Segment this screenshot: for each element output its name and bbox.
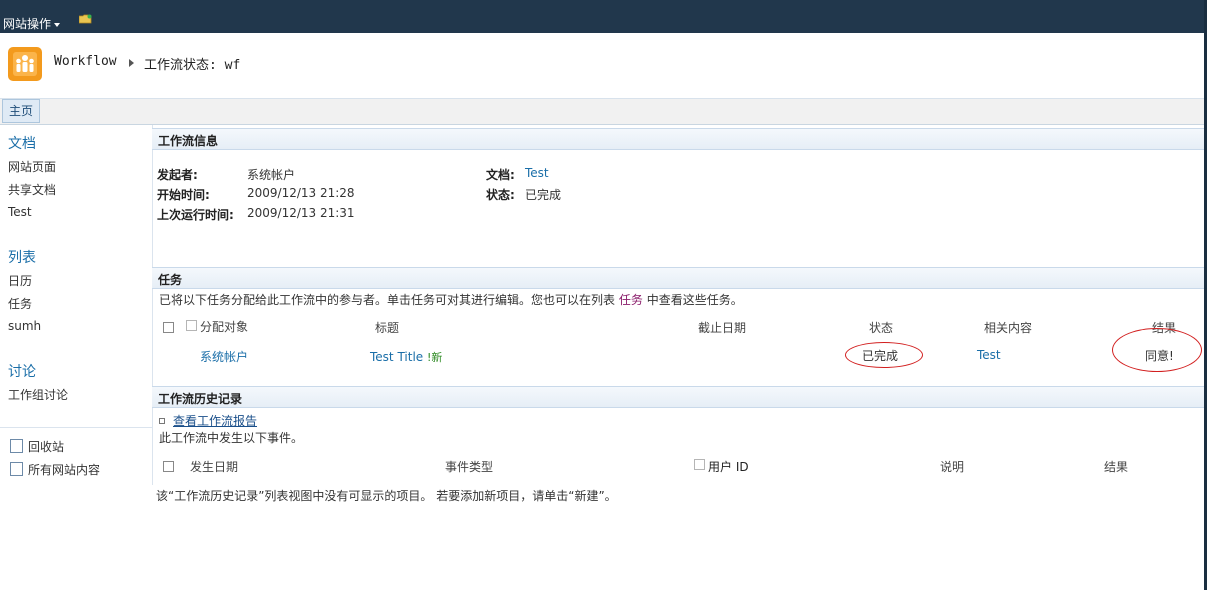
annotation-ellipse-outcome — [1112, 328, 1202, 372]
task-title-link[interactable]: Test Title !新 — [370, 349, 442, 365]
bullet-icon — [159, 418, 165, 424]
new-item-badge: !新 — [427, 351, 443, 364]
history-note: 此工作流中发生以下事件。 — [159, 431, 304, 445]
tasks-description-text: 已将以下任务分配给此工作流中的参与者。单击任务可对其进行编辑。您也可以在列表 — [159, 293, 616, 307]
breadcrumb-root-link[interactable]: Workflow — [54, 54, 117, 69]
column-header-assigned-to[interactable]: 分配对象 — [200, 318, 248, 335]
site-actions-label: 网站操作 — [3, 17, 52, 31]
task-title-text: Test Title — [370, 350, 424, 364]
nav-item-test[interactable]: Test — [8, 205, 32, 219]
section-title: 工作流信息 — [158, 134, 219, 148]
workflow-info-header: 工作流信息 — [152, 128, 1204, 150]
nav-item-recycle-bin[interactable]: 回收站 — [28, 438, 64, 455]
history-select-all-checkbox[interactable] — [163, 461, 174, 472]
site-logo-icon[interactable] — [8, 47, 42, 81]
last-run-value: 2009/12/13 21:31 — [247, 206, 355, 220]
nav-item-all-site-content[interactable]: 所有网站内容 — [28, 461, 100, 478]
divider — [0, 427, 152, 428]
column-header-title[interactable]: 标题 — [375, 319, 399, 336]
tasks-description-tail: 中查看这些任务。 — [646, 293, 743, 307]
initiator-label: 发起者: — [157, 168, 198, 182]
nav-item-tasks[interactable]: 任务 — [8, 295, 32, 312]
select-all-checkbox[interactable] — [163, 322, 174, 333]
nav-heading-documents[interactable]: 文档 — [8, 133, 36, 153]
breadcrumb-arrow-icon — [129, 59, 134, 67]
status-value: 已完成 — [525, 188, 562, 202]
nav-heading-lists[interactable]: 列表 — [8, 247, 36, 267]
column-header-user-id[interactable]: 用户 ID — [708, 458, 749, 475]
chevron-down-icon — [54, 22, 61, 27]
view-workflow-report-link[interactable]: 查看工作流报告 — [173, 412, 257, 429]
tasks-header: 任务 — [152, 267, 1204, 289]
initiator-value: 系统帐户 — [247, 168, 296, 182]
last-run-label: 上次运行时间: — [157, 208, 234, 222]
document-label: 文档: — [486, 168, 515, 182]
started-label: 开始时间: — [157, 188, 210, 202]
nav-item-sumh[interactable]: sumh — [8, 319, 41, 333]
column-header-history-outcome[interactable]: 结果 — [1104, 458, 1128, 475]
column-header-event-type[interactable]: 事件类型 — [445, 458, 493, 475]
user-id-column-icon — [694, 459, 705, 470]
column-header-related-content[interactable]: 相关内容 — [984, 319, 1032, 336]
task-related-link[interactable]: Test — [977, 348, 1001, 362]
top-ribbon — [0, 0, 1207, 33]
column-header-description[interactable]: 说明 — [940, 458, 964, 475]
nav-item-calendar[interactable]: 日历 — [8, 272, 32, 289]
all-content-icon — [10, 462, 23, 476]
nav-item-team-discussion[interactable]: 工作组讨论 — [8, 386, 68, 403]
tab-home[interactable]: 主页 — [2, 99, 41, 123]
top-navigation — [0, 99, 1204, 125]
site-actions-menu[interactable]: 网站操作 — [3, 15, 61, 32]
nav-item-shared-documents[interactable]: 共享文档 — [8, 181, 56, 198]
history-header: 工作流历史记录 — [152, 386, 1204, 408]
document-link[interactable]: Test — [525, 166, 549, 180]
section-title: 任务 — [158, 273, 183, 287]
quick-launch: 文档 网站页面 共享文档 Test 列表 日历 任务 sumh 讨论 工作组讨论 — [0, 125, 153, 485]
task-assigned-to-link[interactable]: 系统帐户 — [200, 348, 248, 365]
assigned-to-column-icon — [186, 320, 197, 331]
nav-item-site-pages[interactable]: 网站页面 — [8, 158, 56, 175]
started-value: 2009/12/13 21:28 — [247, 186, 355, 200]
tasks-list-link[interactable]: 任务 — [619, 293, 643, 307]
recycle-bin-icon — [10, 439, 23, 453]
column-header-due-date[interactable]: 截止日期 — [698, 319, 746, 336]
annotation-ellipse-status — [845, 342, 923, 368]
nav-heading-discussions[interactable]: 讨论 — [8, 361, 36, 381]
history-empty-message: 该“工作流历史记录”列表视图中没有可显示的项目。 若要添加新项目，请单击“新建”… — [156, 489, 617, 503]
folder-icon[interactable] — [79, 14, 92, 24]
status-label: 状态: — [486, 188, 515, 202]
column-header-date[interactable]: 发生日期 — [190, 458, 238, 475]
column-header-status[interactable]: 状态 — [869, 319, 893, 336]
tasks-description: 已将以下任务分配给此工作流中的参与者。单击任务可对其进行编辑。您也可以在列表 任… — [159, 291, 743, 308]
page-title: 工作流状态: wf — [144, 58, 241, 73]
section-title: 工作流历史记录 — [158, 392, 243, 406]
